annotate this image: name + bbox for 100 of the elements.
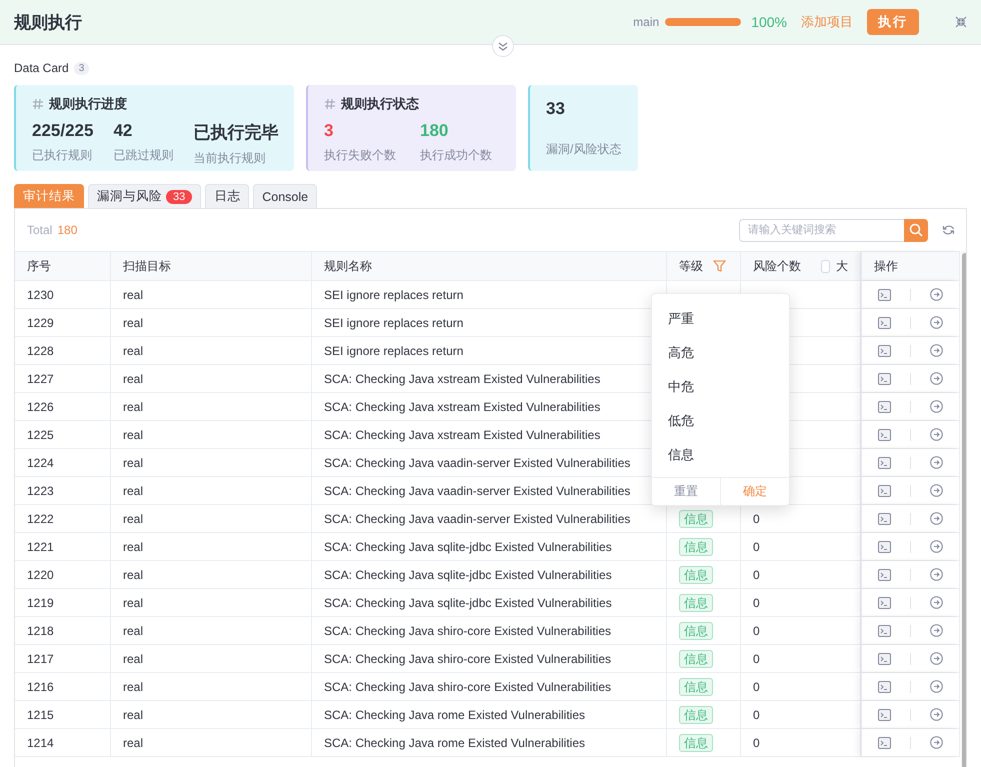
total-label: Total bbox=[27, 223, 52, 237]
card-title: 规则执行进度 bbox=[49, 95, 127, 113]
table-cell: 1219 bbox=[27, 596, 54, 610]
tab[interactable]: 日志 bbox=[205, 184, 250, 208]
terminal-icon[interactable] bbox=[878, 512, 891, 524]
stat-label: 当前执行规则 bbox=[193, 150, 266, 167]
arrow-circle-icon[interactable] bbox=[930, 596, 944, 609]
table-cell: SCA: Checking Java rome Existed Vulnerabilities bbox=[324, 736, 586, 750]
table-cell: real bbox=[123, 288, 144, 302]
table-cell: SCA: Checking Java shiro-core Existed Vulnerabilities bbox=[324, 680, 612, 694]
arrow-circle-icon[interactable] bbox=[930, 540, 944, 553]
table-cell: SEI ignore replaces return bbox=[324, 288, 464, 302]
tab[interactable]: 漏洞与风险 33 bbox=[88, 184, 202, 208]
column-header: 扫描目标 bbox=[123, 258, 171, 274]
arrow-circle-icon[interactable] bbox=[930, 372, 944, 385]
table-cell: 1218 bbox=[27, 624, 54, 638]
arrow-circle-icon[interactable] bbox=[930, 456, 944, 469]
stat-value: 已执行完毕 bbox=[193, 122, 278, 144]
terminal-icon[interactable] bbox=[878, 400, 891, 412]
column-header: 等级 bbox=[679, 258, 703, 274]
terminal-icon[interactable] bbox=[878, 316, 891, 328]
table-cell: real bbox=[123, 400, 144, 414]
arrow-circle-icon[interactable] bbox=[930, 652, 944, 665]
arrow-circle-icon[interactable] bbox=[930, 736, 944, 749]
arrow-circle-icon[interactable] bbox=[930, 428, 944, 441]
table-cell: real bbox=[123, 456, 144, 470]
expand-button[interactable] bbox=[492, 35, 514, 57]
table-cell: SCA: Checking Java shiro-core Existed Vulnerabilities bbox=[324, 652, 612, 666]
level-tag: 信息 bbox=[679, 566, 713, 584]
count-badge: 3 bbox=[74, 62, 90, 74]
terminal-icon[interactable] bbox=[878, 484, 891, 496]
arrow-circle-icon[interactable] bbox=[930, 624, 944, 637]
arrow-circle-icon[interactable] bbox=[930, 708, 944, 721]
table-cell: 1226 bbox=[27, 400, 54, 414]
search-icon bbox=[909, 223, 923, 237]
terminal-icon[interactable] bbox=[878, 624, 891, 636]
checkbox[interactable] bbox=[821, 260, 830, 272]
table-cell: 0 bbox=[753, 568, 760, 582]
table-cell: real bbox=[123, 316, 144, 330]
table-cell: SCA: Checking Java vaadin-server Existed Vulnerabilities bbox=[324, 512, 630, 526]
table-cell: real bbox=[123, 344, 144, 358]
filter-option[interactable]: 信息 bbox=[652, 438, 789, 472]
arrow-circle-icon[interactable] bbox=[930, 484, 944, 497]
table-cell: SCA: Checking Java xstream Existed Vulnerabilities bbox=[324, 428, 600, 442]
table-cell: 1224 bbox=[27, 456, 54, 470]
table-cell: SCA: Checking Java rome Existed Vulnerabilities bbox=[324, 708, 586, 722]
filter-option[interactable]: 中危 bbox=[652, 370, 789, 404]
stat-value: 180 bbox=[420, 121, 450, 141]
tab[interactable]: Console bbox=[253, 184, 318, 208]
table-cell: 1214 bbox=[27, 736, 54, 750]
filter-icon[interactable] bbox=[713, 260, 726, 272]
level-tag: 信息 bbox=[679, 510, 713, 528]
table-cell: 1230 bbox=[27, 288, 54, 302]
terminal-icon[interactable] bbox=[878, 680, 891, 692]
refresh-icon[interactable] bbox=[942, 224, 954, 236]
arrow-circle-icon[interactable] bbox=[930, 400, 944, 413]
terminal-icon[interactable] bbox=[878, 344, 891, 356]
column-header: 操作 bbox=[874, 258, 898, 274]
card-title: 规则执行状态 bbox=[341, 95, 419, 113]
total-count: 180 bbox=[57, 223, 78, 237]
filter-option[interactable]: 严重 bbox=[652, 302, 789, 336]
terminal-icon[interactable] bbox=[878, 568, 891, 580]
stat-value: 33 bbox=[546, 99, 566, 119]
filter-option[interactable]: 低危 bbox=[652, 404, 789, 438]
table-cell: 0 bbox=[753, 624, 760, 638]
table-cell: 1227 bbox=[27, 372, 54, 386]
level-tag: 信息 bbox=[679, 734, 713, 752]
arrow-circle-icon[interactable] bbox=[930, 568, 944, 581]
terminal-icon[interactable] bbox=[878, 596, 891, 608]
terminal-icon[interactable] bbox=[878, 652, 891, 664]
terminal-icon[interactable] bbox=[878, 288, 891, 300]
terminal-icon[interactable] bbox=[878, 540, 891, 552]
arrow-circle-icon[interactable] bbox=[930, 344, 944, 357]
table-cell: 1215 bbox=[27, 708, 54, 722]
arrow-circle-icon[interactable] bbox=[930, 288, 944, 301]
table-cell: real bbox=[123, 736, 144, 750]
table-cell: real bbox=[123, 596, 144, 610]
table-cell: 0 bbox=[753, 512, 760, 526]
search-button[interactable] bbox=[904, 218, 928, 242]
hash-icon bbox=[32, 98, 44, 110]
table-cell: real bbox=[123, 652, 144, 666]
table-cell: real bbox=[123, 568, 144, 582]
arrow-circle-icon[interactable] bbox=[930, 680, 944, 693]
table-cell: 1222 bbox=[27, 512, 54, 526]
collapse-icon[interactable] bbox=[955, 16, 967, 28]
terminal-icon[interactable] bbox=[878, 708, 891, 720]
column-header: 规则名称 bbox=[324, 258, 372, 274]
terminal-icon[interactable] bbox=[878, 428, 891, 440]
terminal-icon[interactable] bbox=[878, 372, 891, 384]
table-cell: 0 bbox=[753, 680, 760, 694]
filter-option[interactable]: 高危 bbox=[652, 336, 789, 370]
stat-value: 3 bbox=[324, 121, 334, 141]
table-cell: 0 bbox=[753, 652, 760, 666]
table-cell: 0 bbox=[753, 540, 760, 554]
table-cell: 0 bbox=[753, 596, 760, 610]
arrow-circle-icon[interactable] bbox=[930, 316, 944, 329]
arrow-circle-icon[interactable] bbox=[930, 512, 944, 525]
chevron-down-icon bbox=[498, 42, 508, 50]
terminal-icon[interactable] bbox=[878, 736, 891, 748]
terminal-icon[interactable] bbox=[878, 456, 891, 468]
